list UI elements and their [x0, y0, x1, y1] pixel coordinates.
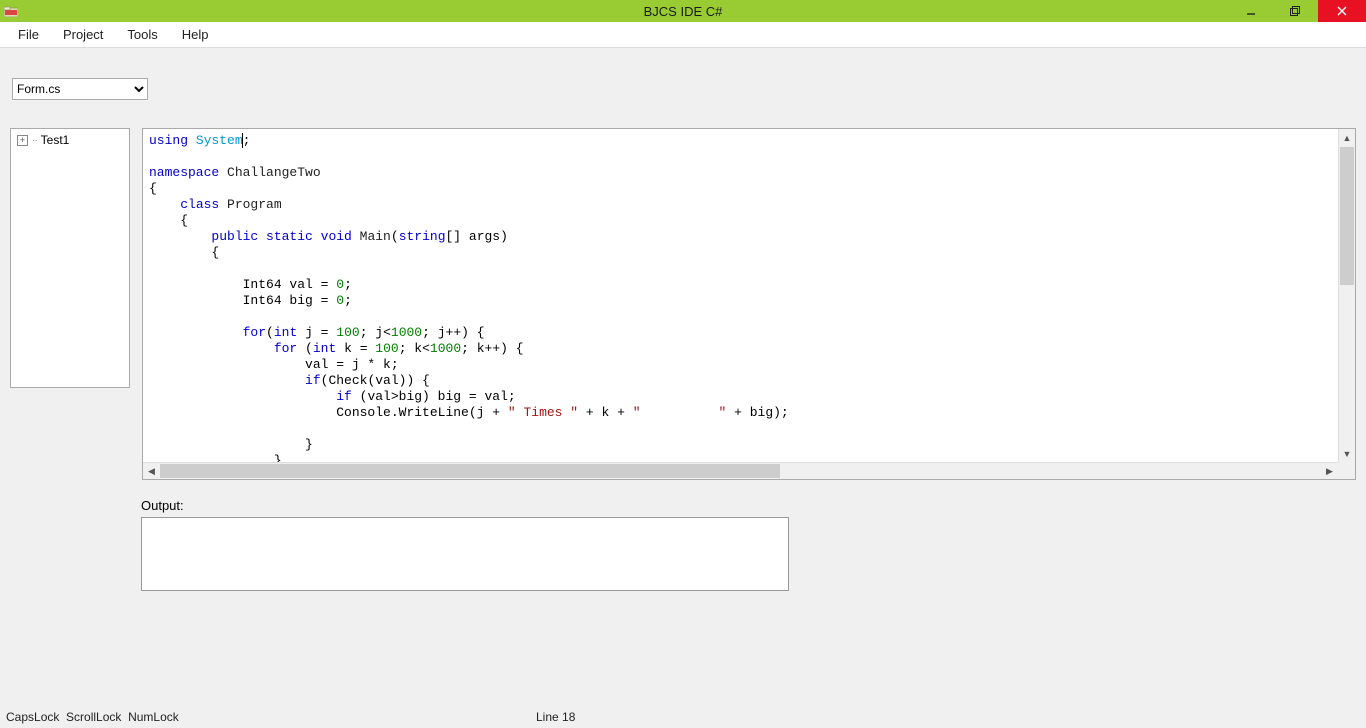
close-button[interactable]: [1318, 0, 1366, 22]
scroll-corner: [1338, 462, 1355, 479]
status-line: Line 18: [536, 710, 575, 724]
vertical-scroll-thumb[interactable]: [1340, 147, 1354, 285]
status-capslock: CapsLock: [6, 710, 59, 724]
menu-tools[interactable]: Tools: [115, 23, 169, 46]
titlebar[interactable]: BJCS IDE C#: [0, 0, 1366, 22]
tree-connector: ··: [32, 135, 37, 146]
scroll-up-icon[interactable]: ▲: [1339, 129, 1355, 146]
maximize-button[interactable]: [1273, 0, 1318, 22]
tree-root-row[interactable]: + ·· Test1: [17, 133, 123, 147]
window-controls: [1228, 0, 1366, 22]
output-label: Output:: [141, 498, 1356, 513]
expand-icon[interactable]: +: [17, 135, 28, 146]
project-tree[interactable]: + ·· Test1: [10, 128, 130, 388]
horizontal-scroll-thumb[interactable]: [160, 464, 780, 478]
app-icon: [3, 4, 19, 18]
scroll-right-icon[interactable]: ▶: [1321, 463, 1338, 479]
menubar: File Project Tools Help: [0, 22, 1366, 48]
status-scrolllock: ScrollLock: [66, 710, 121, 724]
scroll-left-icon[interactable]: ◀: [143, 463, 160, 479]
code-editor[interactable]: using System; namespace ChallangeTwo { c…: [142, 128, 1356, 480]
status-numlock: NumLock: [128, 710, 179, 724]
tree-root-label: Test1: [41, 133, 70, 147]
code-editor-content[interactable]: using System; namespace ChallangeTwo { c…: [143, 129, 1355, 465]
menu-project[interactable]: Project: [51, 23, 115, 46]
file-select-dropdown[interactable]: Form.cs: [12, 78, 148, 100]
menu-file[interactable]: File: [6, 23, 51, 46]
file-selector: Form.cs: [12, 78, 1356, 100]
scroll-down-icon[interactable]: ▼: [1339, 445, 1355, 462]
output-textbox[interactable]: [141, 517, 789, 591]
horizontal-scrollbar[interactable]: ◀ ▶: [143, 462, 1338, 479]
menu-help[interactable]: Help: [170, 23, 221, 46]
window-title: BJCS IDE C#: [644, 4, 723, 19]
vertical-scrollbar[interactable]: ▲ ▼: [1338, 129, 1355, 462]
statusbar: CapsLock ScrollLock NumLock Line 18: [0, 708, 1366, 728]
minimize-button[interactable]: [1228, 0, 1273, 22]
